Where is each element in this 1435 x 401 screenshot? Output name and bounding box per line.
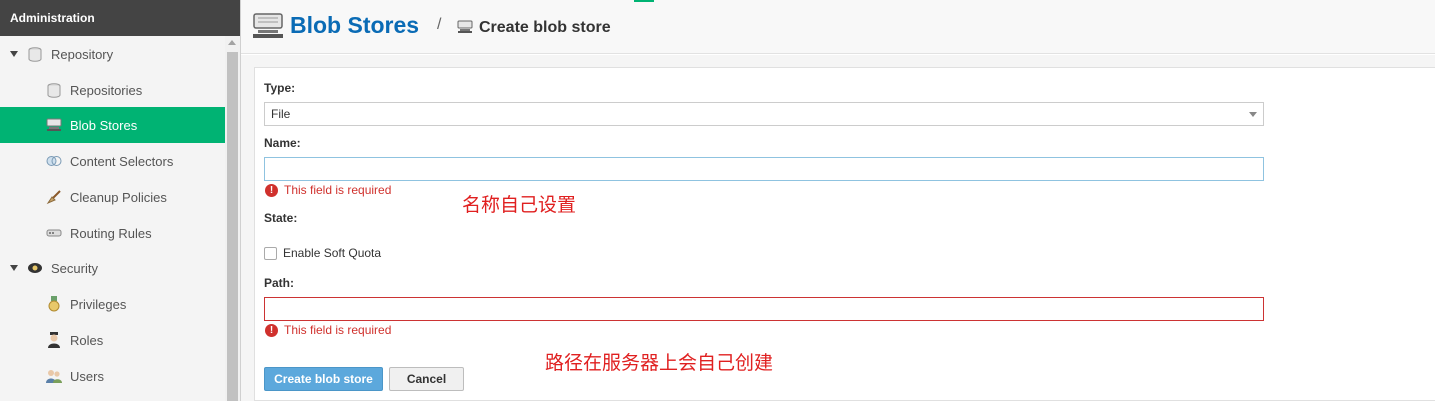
accent-marker bbox=[634, 0, 654, 2]
path-error: ! This field is required bbox=[265, 323, 391, 337]
role-icon bbox=[46, 332, 62, 348]
sidebar-item-security[interactable]: Security bbox=[0, 250, 225, 286]
scroll-up-arrow-icon[interactable] bbox=[228, 40, 236, 45]
name-error: ! This field is required bbox=[265, 183, 391, 197]
create-blob-store-button[interactable]: Create blob store bbox=[264, 367, 383, 391]
expand-caret-icon[interactable] bbox=[10, 265, 18, 271]
soft-quota-row[interactable]: Enable Soft Quota bbox=[264, 246, 381, 260]
sidebar-item-repository[interactable]: Repository bbox=[0, 36, 225, 72]
sidebar-item-roles[interactable]: Roles bbox=[0, 322, 225, 358]
sidebar-item-label: Users bbox=[70, 368, 104, 384]
path-label: Path: bbox=[264, 276, 294, 290]
nav-tree: Repository Repositories Blob Stores Cont… bbox=[0, 36, 225, 401]
sidebar-item-users[interactable]: Users bbox=[0, 358, 225, 394]
state-label: State: bbox=[264, 211, 298, 225]
cancel-button[interactable]: Cancel bbox=[389, 367, 464, 391]
sidebar-item-blob-stores[interactable]: Blob Stores bbox=[0, 107, 225, 143]
database-icon bbox=[27, 46, 43, 62]
sidebar-item-repositories[interactable]: Repositories bbox=[0, 72, 225, 108]
sidebar-item-label: Roles bbox=[70, 332, 104, 348]
name-field[interactable] bbox=[264, 157, 1264, 181]
broom-icon bbox=[46, 189, 62, 205]
sidebar-item-cleanup-policies[interactable]: Cleanup Policies bbox=[0, 179, 225, 215]
page-title[interactable]: Blob Stores bbox=[290, 12, 419, 39]
sidebar-item-content-selectors[interactable]: Content Selectors bbox=[0, 143, 225, 179]
chevron-down-icon[interactable] bbox=[1249, 112, 1257, 117]
path-field[interactable] bbox=[264, 297, 1264, 321]
blob-store-icon bbox=[46, 117, 62, 133]
sidebar-scrollbar[interactable] bbox=[225, 36, 240, 401]
scroll-thumb[interactable] bbox=[227, 52, 238, 401]
sidebar-item-label: Blob Stores bbox=[70, 117, 138, 133]
sidebar-item-label: Repository bbox=[51, 46, 114, 62]
medal-icon bbox=[46, 296, 62, 312]
database-icon bbox=[46, 82, 62, 98]
sidebar-item-label: Repositories bbox=[70, 82, 143, 98]
sidebar-item-label: Privileges bbox=[70, 296, 127, 312]
name-label: Name: bbox=[264, 136, 301, 150]
admin-sidebar: Administration Repository Repositories B… bbox=[0, 0, 241, 401]
badge-icon bbox=[27, 260, 43, 276]
router-icon bbox=[46, 225, 62, 241]
sidebar-item-label: Security bbox=[51, 260, 98, 276]
sidebar-item-routing-rules[interactable]: Routing Rules bbox=[0, 215, 225, 251]
content-selector-icon bbox=[46, 153, 62, 169]
breadcrumb-current: Create blob store bbox=[479, 19, 611, 36]
error-icon: ! bbox=[265, 183, 278, 197]
type-select-value: File bbox=[271, 107, 291, 121]
sidebar-item-label: Routing Rules bbox=[70, 225, 152, 241]
sidebar-header: Administration bbox=[0, 0, 240, 36]
sidebar-item-label: Cleanup Policies bbox=[70, 189, 167, 205]
soft-quota-label[interactable]: Enable Soft Quota bbox=[283, 246, 381, 260]
name-error-text: This field is required bbox=[284, 183, 392, 197]
blob-store-icon bbox=[252, 13, 284, 42]
users-icon bbox=[46, 368, 62, 384]
path-annotation: 路径在服务器上会自己创建 bbox=[545, 352, 774, 374]
error-icon: ! bbox=[265, 323, 278, 337]
sidebar-item-label: Content Selectors bbox=[70, 153, 174, 169]
breadcrumb-separator: / bbox=[437, 16, 442, 33]
type-label: Type: bbox=[264, 81, 296, 95]
expand-caret-icon[interactable] bbox=[10, 51, 18, 57]
soft-quota-checkbox[interactable] bbox=[264, 246, 277, 260]
blob-store-icon bbox=[457, 20, 473, 37]
type-select[interactable]: File bbox=[264, 102, 1264, 126]
name-annotation: 名称自己设置 bbox=[462, 194, 577, 216]
breadcrumb-bar: Blob Stores / Create blob store bbox=[241, 0, 1435, 54]
path-error-text: This field is required bbox=[284, 323, 392, 337]
sidebar-item-privileges[interactable]: Privileges bbox=[0, 286, 225, 322]
